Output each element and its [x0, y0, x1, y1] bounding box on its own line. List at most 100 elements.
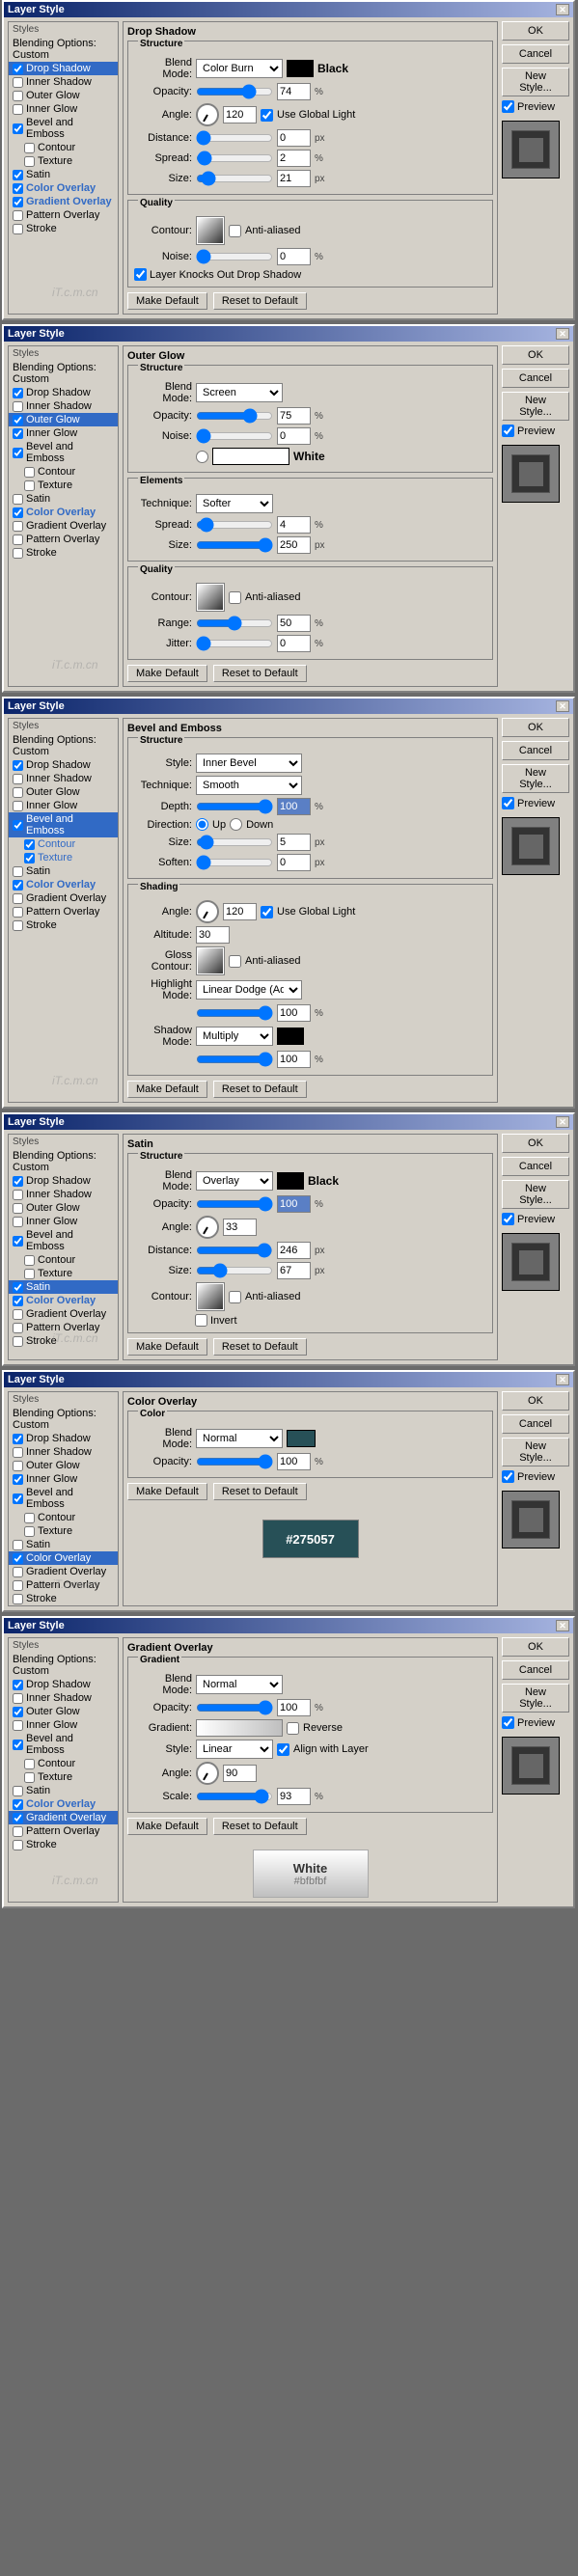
size-slider[interactable] [196, 836, 273, 849]
sidebar-satin[interactable]: Satin [9, 1280, 118, 1294]
sidebar-color-overlay[interactable]: Color Overlay [9, 506, 118, 519]
contour-preview[interactable] [196, 1282, 225, 1311]
make-default-button[interactable]: Make Default [127, 1818, 207, 1835]
angle-dial[interactable] [196, 1216, 219, 1239]
outer-glow-checkbox[interactable] [13, 91, 23, 101]
new-style-button[interactable]: New Style... [502, 392, 569, 421]
new-style-button[interactable]: New Style... [502, 68, 569, 96]
sidebar-item-gradient-overlay[interactable]: Gradient Overlay [9, 195, 118, 208]
sidebar-texture[interactable]: Texture [9, 1524, 118, 1538]
solid-color-radio[interactable] [196, 451, 208, 463]
sidebar-stroke[interactable]: Stroke [9, 1838, 118, 1851]
sidebar-gradient-overlay[interactable]: Gradient Overlay [9, 1307, 118, 1321]
sidebar-bevel[interactable]: Bevel and Emboss [9, 440, 118, 465]
sidebar-inner-shadow[interactable]: Inner Shadow [9, 399, 118, 413]
sidebar-inner-glow[interactable]: Inner Glow [9, 426, 118, 440]
sidebar-inner-glow[interactable]: Inner Glow [9, 1718, 118, 1732]
sidebar-satin[interactable]: Satin [9, 1538, 118, 1551]
jitter-slider[interactable] [196, 637, 273, 650]
anti-aliased-checkbox[interactable] [229, 1291, 241, 1303]
size-slider[interactable] [196, 538, 273, 552]
preview-checkbox[interactable] [502, 1470, 514, 1483]
highlight-opacity-input[interactable] [277, 1004, 311, 1022]
contour-preview[interactable] [196, 216, 225, 245]
shadow-mode-select[interactable]: Multiply [196, 1027, 273, 1046]
opacity-slider[interactable] [196, 85, 273, 98]
opacity-slider[interactable] [196, 1455, 273, 1468]
anti-aliased-checkbox[interactable] [229, 591, 241, 604]
new-style-button[interactable]: New Style... [502, 764, 569, 793]
angle-dial[interactable] [196, 900, 219, 923]
technique-select[interactable]: Smooth [196, 776, 302, 795]
preview-checkbox[interactable] [502, 425, 514, 437]
ok-button[interactable]: OK [502, 718, 569, 737]
opacity-input[interactable] [277, 1699, 311, 1716]
sidebar-texture[interactable]: Texture [9, 851, 118, 864]
opacity-slider[interactable] [196, 1701, 273, 1714]
make-default-button[interactable]: Make Default [127, 1081, 207, 1098]
sidebar-contour[interactable]: Contour [9, 837, 118, 851]
soften-slider[interactable] [196, 856, 273, 869]
sidebar-satin[interactable]: Satin [9, 864, 118, 878]
sidebar-blending[interactable]: Blending Options: Custom [9, 1149, 118, 1174]
highlight-opacity-slider[interactable] [196, 1006, 273, 1020]
sidebar-pattern-overlay[interactable]: Pattern Overlay [9, 1824, 118, 1838]
reset-default-button[interactable]: Reset to Default [213, 665, 307, 682]
sidebar-item-satin[interactable]: Satin [9, 168, 118, 181]
jitter-input[interactable] [277, 635, 311, 652]
cancel-button[interactable]: Cancel [502, 1414, 569, 1434]
sidebar-color-overlay[interactable]: Color Overlay [9, 878, 118, 891]
size-slider[interactable] [196, 172, 273, 185]
sidebar-blending[interactable]: Blending Options: Custom [9, 1653, 118, 1678]
align-checkbox[interactable] [277, 1743, 289, 1756]
angle-input[interactable] [223, 1765, 257, 1782]
noise-input[interactable] [277, 427, 311, 445]
sidebar-pattern-overlay[interactable]: Pattern Overlay [9, 1578, 118, 1592]
sidebar-item-pattern-overlay[interactable]: Pattern Overlay [9, 208, 118, 222]
reverse-checkbox[interactable] [287, 1722, 299, 1735]
reset-default-button[interactable]: Reset to Default [213, 1338, 307, 1356]
ok-button[interactable]: OK [502, 1637, 569, 1657]
sidebar-pattern-overlay[interactable]: Pattern Overlay [9, 533, 118, 546]
sidebar-texture[interactable]: Texture [9, 1770, 118, 1784]
range-slider[interactable] [196, 617, 273, 630]
sidebar-inner-shadow[interactable]: Inner Shadow [9, 1691, 118, 1705]
sidebar-contour[interactable]: Contour [9, 1511, 118, 1524]
texture-checkbox[interactable] [24, 156, 35, 167]
distance-input[interactable] [277, 129, 311, 147]
blend-mode-select[interactable]: Color Burn [196, 59, 283, 78]
sidebar-color-overlay[interactable]: Color Overlay [9, 1294, 118, 1307]
angle-dial[interactable] [196, 1762, 219, 1785]
opacity-slider[interactable] [196, 409, 273, 423]
pattern-overlay-checkbox[interactable] [13, 210, 23, 221]
preview-checkbox[interactable] [502, 797, 514, 809]
sidebar-contour[interactable]: Contour [9, 1757, 118, 1770]
layer-knocks-checkbox[interactable] [134, 268, 147, 281]
sidebar-outer-glow[interactable]: Outer Glow [9, 1201, 118, 1215]
spread-input[interactable] [277, 150, 311, 167]
spread-input[interactable] [277, 516, 311, 534]
sidebar-satin[interactable]: Satin [9, 492, 118, 506]
size-input[interactable] [277, 170, 311, 187]
sidebar-drop-shadow[interactable]: Drop Shadow [9, 386, 118, 399]
sidebar-item-bevel[interactable]: Bevel and Emboss [9, 116, 118, 141]
sidebar-drop-shadow[interactable]: Drop Shadow [9, 1174, 118, 1188]
close-button[interactable]: ✕ [556, 4, 569, 15]
make-default-button[interactable]: Make Default [127, 292, 207, 310]
make-default-button[interactable]: Make Default [127, 665, 207, 682]
range-input[interactable] [277, 615, 311, 632]
sidebar-contour[interactable]: Contour [9, 465, 118, 479]
sidebar-outer-glow[interactable]: Outer Glow [9, 1459, 118, 1472]
scale-input[interactable] [277, 1788, 311, 1805]
sidebar-gradient-overlay[interactable]: Gradient Overlay [9, 1811, 118, 1824]
style-select[interactable]: Linear [196, 1740, 273, 1759]
sidebar-drop-shadow[interactable]: Drop Shadow [9, 758, 118, 772]
color-swatch[interactable] [287, 60, 314, 77]
angle-input[interactable] [223, 106, 257, 123]
sidebar-blending[interactable]: Blending Options: Custom [9, 1407, 118, 1432]
invert-checkbox[interactable] [195, 1314, 207, 1327]
global-light-checkbox[interactable] [261, 109, 273, 122]
sidebar-item-inner-glow[interactable]: Inner Glow [9, 102, 118, 116]
new-style-button[interactable]: New Style... [502, 1684, 569, 1713]
sidebar-inner-shadow[interactable]: Inner Shadow [9, 772, 118, 785]
